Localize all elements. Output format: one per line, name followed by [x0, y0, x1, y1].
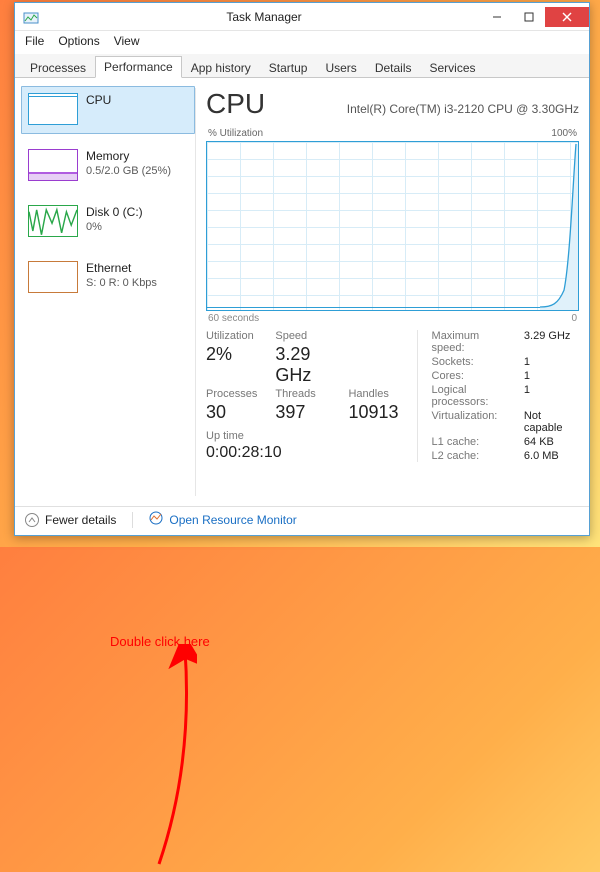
maximize-button[interactable] — [513, 7, 545, 27]
ethernet-thumb-icon — [28, 261, 78, 293]
content-body: CPU Memory 0.5/2.0 GB (25%) Dis — [15, 78, 589, 506]
stats-right: Maximum speed: 3.29 GHz Sockets: 1 Cores… — [417, 330, 579, 462]
cores-label: Cores: — [432, 370, 514, 382]
annotation-arrow-icon — [123, 644, 197, 872]
processes-value: 30 — [206, 402, 257, 423]
side-item-memory[interactable]: Memory 0.5/2.0 GB (25%) — [21, 142, 195, 190]
chart-spike-segment — [540, 142, 578, 310]
max-speed-value: 3.29 GHz — [524, 330, 579, 354]
side-memory-title: Memory — [86, 149, 171, 163]
side-disk-title: Disk 0 (C:) — [86, 205, 143, 219]
chart-bottom-left-label: 60 seconds — [208, 313, 259, 324]
cpu-utilization-chart[interactable] — [206, 141, 579, 311]
menu-bar: File Options View — [15, 31, 589, 54]
stats-left: Utilization Speed 2% 3.29 GHz Processes … — [206, 330, 399, 462]
speed-value: 3.29 GHz — [275, 344, 330, 386]
side-item-cpu[interactable]: CPU — [21, 86, 195, 134]
chevron-up-icon — [25, 513, 39, 527]
side-cpu-title: CPU — [86, 93, 111, 107]
main-pane: CPU Intel(R) Core(TM) i3-2120 CPU @ 3.30… — [196, 78, 589, 506]
uptime-value: 0:00:28:10 — [206, 444, 399, 462]
chart-grid — [207, 142, 578, 310]
tab-users[interactable]: Users — [316, 57, 365, 78]
title-bar[interactable]: Task Manager — [15, 3, 589, 31]
chart-top-right-label: 100% — [551, 128, 577, 139]
side-eth-sub: S: 0 R: 0 Kbps — [86, 277, 157, 289]
l2-value: 6.0 MB — [524, 450, 579, 462]
resource-monitor-icon — [149, 511, 163, 528]
tab-strip: Processes Performance App history Startu… — [15, 54, 589, 78]
sockets-value: 1 — [524, 356, 579, 368]
max-speed-label: Maximum speed: — [432, 330, 514, 354]
threads-label: Threads — [275, 388, 330, 400]
close-button[interactable] — [545, 7, 589, 27]
lp-value: 1 — [524, 384, 579, 408]
tab-performance[interactable]: Performance — [95, 56, 182, 78]
task-manager-window: Task Manager File Options View Processes… — [14, 2, 590, 536]
chart-flat-segment — [207, 307, 540, 308]
open-resource-monitor-link[interactable]: Open Resource Monitor — [149, 511, 296, 528]
virt-value: Not capable — [524, 410, 579, 434]
utilization-label: Utilization — [206, 330, 257, 342]
annotation-text: Double click here — [110, 634, 210, 649]
utilization-value: 2% — [206, 344, 257, 386]
side-disk-sub: 0% — [86, 221, 143, 233]
cpu-model: Intel(R) Core(TM) i3-2120 CPU @ 3.30GHz — [281, 102, 579, 116]
handles-value: 10913 — [348, 402, 398, 423]
tab-details[interactable]: Details — [366, 57, 421, 78]
footer-separator — [132, 512, 133, 528]
side-memory-sub: 0.5/2.0 GB (25%) — [86, 165, 171, 177]
blank1 — [348, 330, 398, 342]
stats-area: Utilization Speed 2% 3.29 GHz Processes … — [206, 330, 579, 462]
sockets-label: Sockets: — [432, 356, 514, 368]
speed-label: Speed — [275, 330, 330, 342]
side-item-ethernet[interactable]: Ethernet S: 0 R: 0 Kbps — [21, 254, 195, 302]
lp-label: Logical processors: — [432, 384, 514, 408]
window-title: Task Manager — [47, 10, 481, 24]
fewer-details-button[interactable]: Fewer details — [25, 513, 116, 527]
l1-value: 64 KB — [524, 436, 579, 448]
resource-side-list: CPU Memory 0.5/2.0 GB (25%) Dis — [15, 78, 195, 506]
tab-services[interactable]: Services — [421, 57, 485, 78]
tab-processes[interactable]: Processes — [21, 57, 95, 78]
side-eth-title: Ethernet — [86, 261, 157, 275]
tab-startup[interactable]: Startup — [260, 57, 317, 78]
app-icon — [21, 7, 41, 27]
menu-file[interactable]: File — [25, 34, 44, 48]
virt-label: Virtualization: — [432, 410, 514, 434]
threads-value: 397 — [275, 402, 330, 423]
processes-label: Processes — [206, 388, 257, 400]
fewer-details-label: Fewer details — [45, 513, 116, 527]
l2-label: L2 cache: — [432, 450, 514, 462]
cpu-thumb-icon — [28, 93, 78, 125]
minimize-button[interactable] — [481, 7, 513, 27]
tab-app-history[interactable]: App history — [182, 57, 260, 78]
cores-value: 1 — [524, 370, 579, 382]
chart-bottom-right-label: 0 — [571, 313, 577, 324]
blank2 — [348, 344, 398, 386]
cpu-heading: CPU — [206, 88, 265, 120]
disk-thumb-icon — [28, 205, 78, 237]
handles-label: Handles — [348, 388, 398, 400]
menu-options[interactable]: Options — [58, 34, 99, 48]
footer-bar: Fewer details Open Resource Monitor — [15, 506, 589, 532]
uptime-label: Up time — [206, 430, 399, 442]
side-item-disk[interactable]: Disk 0 (C:) 0% — [21, 198, 195, 246]
memory-thumb-icon — [28, 149, 78, 181]
l1-label: L1 cache: — [432, 436, 514, 448]
menu-view[interactable]: View — [114, 34, 140, 48]
chart-top-left-label: % Utilization — [208, 128, 263, 139]
open-resource-monitor-label: Open Resource Monitor — [169, 513, 296, 527]
